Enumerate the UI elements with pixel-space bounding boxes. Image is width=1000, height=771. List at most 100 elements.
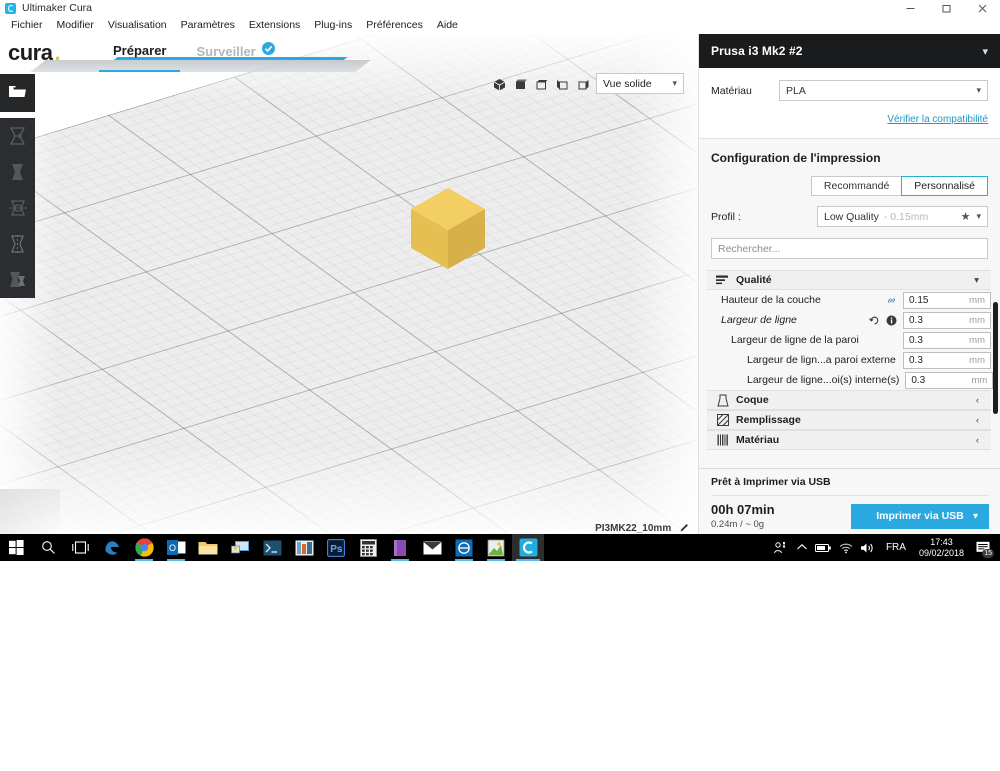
star-icon[interactable]: ★ [961, 210, 971, 223]
system-tray: FRA 17:43 09/02/2018 15 [769, 534, 1000, 561]
tab-preparer[interactable]: Préparer [99, 42, 181, 72]
window-title: Ultimaker Cura [22, 2, 93, 14]
svg-text:Ps: Ps [330, 544, 343, 555]
material-select[interactable]: PLA ▾ [779, 80, 988, 101]
setting-value-input[interactable]: 0.3 mm [903, 311, 991, 329]
setting-row-layer-height[interactable]: Hauteur de la couche 0.15 mm [707, 290, 991, 310]
sql-manager-icon[interactable] [288, 534, 320, 561]
mode-recommended-button[interactable]: Recommandé [810, 176, 903, 196]
windows-start-icon[interactable] [0, 534, 32, 561]
person-share-icon[interactable] [769, 534, 791, 561]
profile-select[interactable]: Low Quality - 0.15mm ★ ▾ [817, 206, 988, 227]
check-compatibility-link[interactable]: Vérifier la compatibilité [887, 114, 988, 125]
notepad-icon[interactable] [480, 534, 512, 561]
cura-icon[interactable] [512, 534, 544, 561]
onenote-icon[interactable] [384, 534, 416, 561]
view-front-icon[interactable] [513, 77, 527, 91]
info-icon[interactable] [886, 315, 897, 326]
menu-item-extensions[interactable]: Extensions [242, 17, 307, 34]
view-top-icon[interactable] [534, 77, 548, 91]
menu-item-parametres[interactable]: Paramètres [174, 17, 242, 34]
chrome-icon[interactable] [128, 534, 160, 561]
open-file-button[interactable] [0, 74, 35, 112]
setting-label: Largeur de ligne [721, 314, 797, 326]
material-icon [716, 434, 729, 447]
mode-custom-button[interactable]: Personnalisé [901, 176, 988, 196]
clock-date: 09/02/2018 [918, 547, 964, 558]
model-cube[interactable] [409, 186, 487, 271]
revert-icon[interactable] [869, 315, 880, 326]
setting-value: 0.15 [909, 294, 929, 306]
category-qualite[interactable]: Qualité ▾ [707, 270, 991, 290]
category-remplissage[interactable]: Remplissage ‹ [707, 410, 991, 430]
teamviewer-icon[interactable] [448, 534, 480, 561]
pencil-icon[interactable] [679, 522, 690, 534]
search-icon[interactable] [32, 534, 64, 561]
photoshop-icon[interactable]: Ps [320, 534, 352, 561]
print-status-panel: Prêt à Imprimer via USB 00h 07min 0.24m … [699, 468, 1000, 534]
setting-value-input[interactable]: 0.15 mm [903, 291, 991, 309]
maximize-icon[interactable] [928, 0, 964, 17]
move-tool-icon[interactable] [0, 118, 35, 154]
profile-row: Profil : Low Quality - 0.15mm ★ ▾ [711, 206, 988, 227]
rotate-tool-icon[interactable] [0, 190, 35, 226]
setting-row-inner-wall-line-width[interactable]: Largeur de ligne...oi(s) interne(s) 0.3 … [707, 370, 994, 390]
menu-item-fichier[interactable]: Fichier [4, 17, 50, 34]
print-via-usb-button[interactable]: Imprimer via USB ▾ [851, 503, 989, 529]
setting-value: 0.3 [909, 314, 923, 326]
battery-icon[interactable] [813, 534, 835, 561]
view-right-icon[interactable] [576, 77, 590, 91]
setting-row-wall-line-width[interactable]: Largeur de ligne de la paroi 0.3 mm [707, 330, 991, 350]
remote-desktop-icon[interactable] [224, 534, 256, 561]
category-coque[interactable]: Coque ‹ [707, 390, 991, 410]
category-materiau[interactable]: Matériau ‹ [707, 430, 991, 450]
view-3d-icon[interactable] [492, 77, 506, 91]
setting-value-input[interactable]: 0.3 mm [905, 371, 994, 389]
view-mode-select[interactable]: Vue solide ▾ [596, 73, 684, 94]
print-time: 00h 07min [711, 502, 775, 517]
chevron-down-icon[interactable]: ▾ [973, 511, 978, 522]
menu-item-modifier[interactable]: Modifier [50, 17, 101, 34]
chevron-down-icon: ▾ [976, 85, 981, 95]
outlook-icon[interactable]: O [160, 534, 192, 561]
calculator-icon[interactable] [352, 534, 384, 561]
printer-selector[interactable]: Prusa i3 Mk2 #2 ▾ [699, 34, 1000, 68]
setting-row-line-width[interactable]: Largeur de ligne 0.3 mm [707, 310, 991, 330]
setting-value-input[interactable]: 0.3 mm [903, 331, 991, 349]
brand-logo-dot: . [54, 40, 61, 65]
language-indicator[interactable]: FRA [879, 542, 913, 553]
clock[interactable]: 17:43 09/02/2018 [913, 537, 970, 559]
link-icon[interactable] [886, 295, 897, 306]
build-plate-corner-shade [0, 489, 60, 534]
setting-row-outer-wall-line-width[interactable]: Largeur de lign...a paroi externe 0.3 mm [707, 350, 991, 370]
settings-list: Qualité ▾ Hauteur de la couche 0.15 mm L… [699, 270, 1000, 470]
wifi-icon[interactable] [835, 534, 857, 561]
menu-item-plugins[interactable]: Plug-ins [307, 17, 359, 34]
task-view-icon[interactable] [64, 534, 96, 561]
view-left-icon[interactable] [555, 77, 569, 91]
build-plate-major-grid [0, 34, 698, 534]
clock-time: 17:43 [930, 536, 953, 547]
menu-item-preferences[interactable]: Préférences [359, 17, 430, 34]
setting-value-input[interactable]: 0.3 mm [903, 351, 991, 369]
minimize-icon[interactable] [892, 0, 928, 17]
menu-item-visualisation[interactable]: Visualisation [101, 17, 174, 34]
mirror-tool-icon[interactable] [0, 226, 35, 262]
scale-tool-icon[interactable] [0, 154, 35, 190]
action-center-icon[interactable]: 15 [970, 534, 996, 561]
menu-item-aide[interactable]: Aide [430, 17, 465, 34]
tab-surveiller[interactable]: Surveiller [196, 42, 275, 60]
search-input[interactable]: Rechercher... [711, 238, 988, 259]
per-model-settings-tool-icon[interactable] [0, 262, 35, 298]
mail-icon[interactable] [416, 534, 448, 561]
show-hidden-icons-icon[interactable] [791, 534, 813, 561]
profile-sub-value: - 0.15mm [883, 210, 929, 223]
close-icon[interactable] [964, 0, 1000, 17]
file-explorer-icon[interactable] [192, 534, 224, 561]
edge-icon[interactable] [96, 534, 128, 561]
powershell-icon[interactable] [256, 534, 288, 561]
volume-icon[interactable] [857, 534, 879, 561]
settings-scrollbar[interactable] [993, 302, 998, 414]
desktop-background [0, 561, 1000, 771]
3d-viewport[interactable]: cura . Préparer Surveiller Vue solide ▾ … [0, 34, 698, 534]
